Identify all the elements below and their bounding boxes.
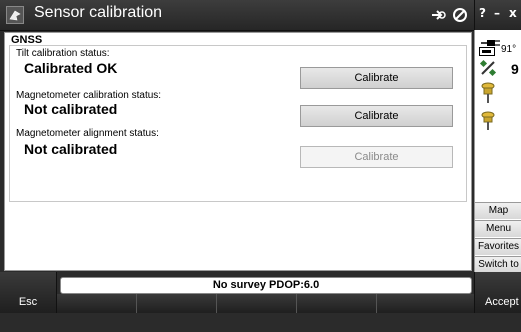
title-bar: Sensor calibration	[0, 0, 474, 31]
alignment-calibrate-button[interactable]: Calibrate	[300, 146, 453, 168]
help-button[interactable]: ?	[479, 6, 491, 22]
tilt-calibration-value: Calibrated OK	[24, 60, 118, 76]
favorites-button[interactable]: Favorites	[475, 238, 521, 255]
softkey-slot-3[interactable]	[296, 294, 376, 313]
battery-value: 91°	[501, 44, 517, 55]
accept-button[interactable]: Accept	[474, 272, 521, 313]
status-bar: No survey PDOP:6.0	[60, 277, 472, 294]
switch-to-button[interactable]: Switch to	[475, 256, 521, 273]
main-panel: GNSS Tilt calibration status: Calibrated…	[4, 32, 472, 271]
connect-arrow-icon[interactable]	[428, 5, 448, 25]
close-button[interactable]: x	[509, 6, 521, 22]
magnetometer-calibration-label: Magnetometer calibration status:	[16, 90, 162, 101]
power-plug-icon	[479, 33, 501, 46]
map-button[interactable]: Map	[475, 202, 521, 219]
magnetometer-calibrate-button[interactable]: Calibrate	[300, 105, 453, 127]
app-window: Sensor calibration ? – x GNSS Tilt calib…	[0, 0, 521, 313]
magnetometer-alignment-label: Magnetometer alignment status:	[16, 128, 159, 139]
calibration-group: Tilt calibration status: Calibrated OK C…	[9, 45, 467, 202]
softkey-slot-1[interactable]	[136, 294, 216, 313]
receiver-icon[interactable]	[481, 82, 495, 104]
esc-button[interactable]: Esc	[0, 272, 57, 313]
no-entry-icon[interactable]	[450, 5, 470, 25]
satellite-count: 9	[511, 61, 519, 77]
softkey-slot-2[interactable]	[216, 294, 296, 313]
magnetometer-alignment-value: Not calibrated	[24, 141, 118, 157]
satellite-icon[interactable]	[479, 59, 497, 77]
softkey-slot-4[interactable]	[376, 294, 474, 313]
tilt-calibrate-button[interactable]: Calibrate	[300, 67, 453, 89]
instrument-icon[interactable]	[6, 6, 24, 24]
tilt-calibration-label: Tilt calibration status:	[16, 48, 110, 59]
battery-icon	[479, 47, 495, 56]
status-sidebar: 91° 9 Map Menu Favorites Switch to	[474, 30, 521, 313]
menu-button[interactable]: Menu	[475, 220, 521, 237]
magnetometer-calibration-value: Not calibrated	[24, 101, 118, 117]
rover-icon[interactable]	[481, 111, 495, 131]
window-title: Sensor calibration	[34, 4, 163, 21]
system-bar: ? – x	[474, 0, 521, 30]
minimize-button[interactable]: –	[494, 6, 506, 22]
